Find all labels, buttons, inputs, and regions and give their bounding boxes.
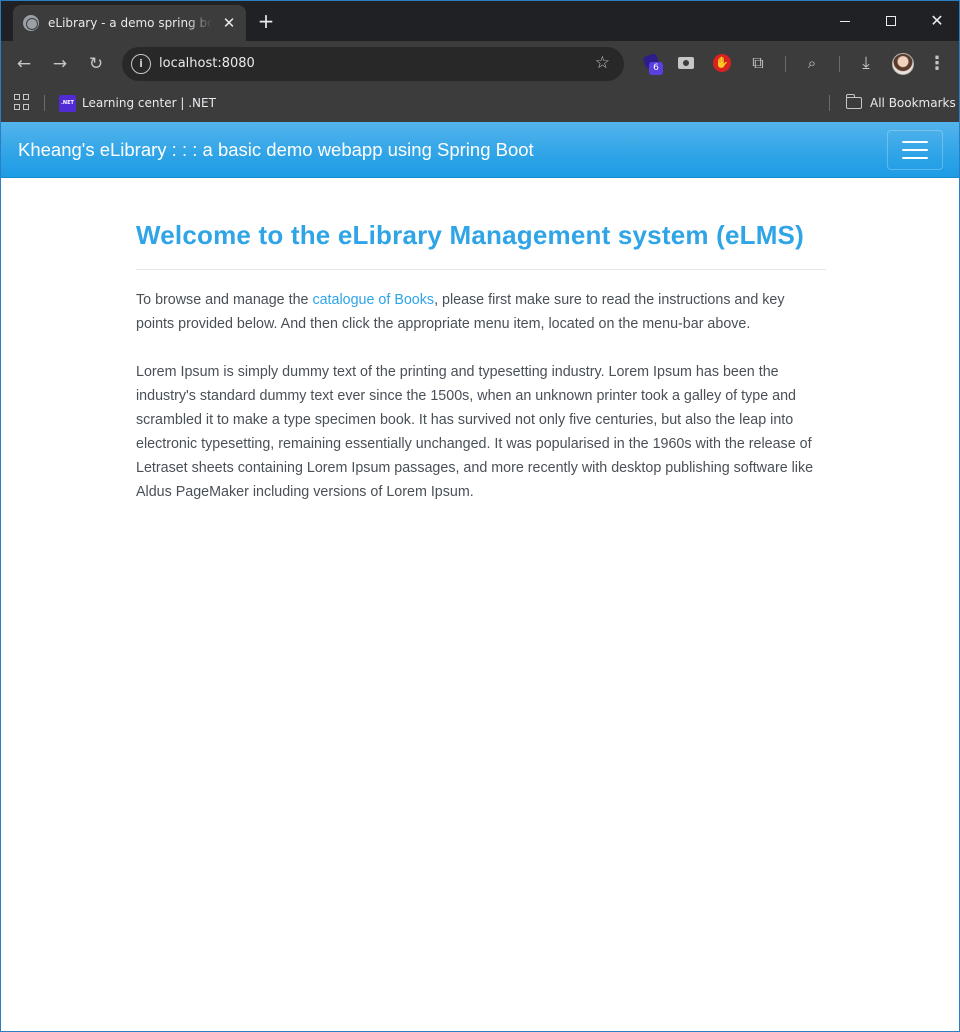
tab-search-icon[interactable]: ⌕ <box>802 53 822 73</box>
bookmarks-divider <box>829 95 830 111</box>
minimize-icon <box>840 20 850 22</box>
close-window-button[interactable]: ✕ <box>914 1 959 41</box>
address-bar[interactable]: i localhost:8080 ☆ <box>122 47 624 81</box>
browser-tab[interactable]: eLibrary - a demo spring boot webapp ✕ <box>13 5 246 41</box>
profile-avatar[interactable] <box>892 53 914 75</box>
bookmarks-bar: .NET Learning center | .NET All Bookmark… <box>1 87 959 122</box>
stop-extension-icon[interactable]: ✋ <box>712 53 732 73</box>
hamburger-icon <box>902 141 928 143</box>
browser-toolbar: ← → ↻ i localhost:8080 ☆ 6 ✋ ⧉ ⌕ ⤓ ⋮ <box>1 41 959 87</box>
camera-extension-icon[interactable] <box>677 53 697 73</box>
maximize-button[interactable] <box>868 1 914 41</box>
minimize-button[interactable] <box>822 1 868 41</box>
toolbar-divider <box>839 56 840 72</box>
extension-badge-count: 6 <box>649 62 663 75</box>
browser-menu-icon[interactable]: ⋮ <box>927 52 947 76</box>
forward-button[interactable]: → <box>48 52 72 76</box>
folder-icon <box>845 94 862 109</box>
maximize-icon <box>886 16 896 26</box>
download-icon[interactable]: ⤓ <box>856 53 876 73</box>
intro-paragraph: To browse and manage the catalogue of Bo… <box>136 292 785 332</box>
toolbar-divider <box>785 56 786 72</box>
tab-title: eLibrary - a demo spring boot webapp <box>48 16 212 30</box>
bookmark-label: Learning center | .NET <box>82 96 216 110</box>
all-bookmarks-label: All Bookmarks <box>870 96 956 110</box>
url-text[interactable]: localhost:8080 <box>159 56 255 71</box>
main-content: Welcome to the eLibrary Management syste… <box>136 178 826 504</box>
title-divider <box>136 269 826 270</box>
reload-button[interactable]: ↻ <box>84 52 108 76</box>
new-tab-button[interactable]: + <box>255 10 277 32</box>
bookmark-star-icon[interactable]: ☆ <box>595 53 610 73</box>
lorem-paragraph: Lorem Ipsum is simply dummy text of the … <box>136 364 814 500</box>
tab-strip: eLibrary - a demo spring boot webapp ✕ +… <box>1 1 959 41</box>
bookmarks-divider <box>44 95 45 111</box>
navbar-brand[interactable]: Kheang's eLibrary : : : a basic demo web… <box>18 139 534 161</box>
all-bookmarks-button[interactable]: All Bookmarks <box>845 93 956 113</box>
site-navbar: Kheang's eLibrary : : : a basic demo web… <box>1 122 959 178</box>
extension-badge-icon[interactable]: 6 <box>642 52 663 75</box>
back-button[interactable]: ← <box>12 52 36 76</box>
globe-icon <box>23 15 39 31</box>
page-title: Welcome to the eLibrary Management syste… <box>136 220 804 250</box>
bookmark-learning-center[interactable]: .NET Learning center | .NET <box>59 93 216 113</box>
close-tab-icon[interactable]: ✕ <box>220 14 238 32</box>
extensions-puzzle-icon[interactable]: ⧉ <box>748 53 768 73</box>
apps-grid-icon[interactable] <box>14 94 30 110</box>
hamburger-menu-button[interactable] <box>887 130 943 170</box>
browser-window: eLibrary - a demo spring boot webapp ✕ +… <box>0 0 960 1032</box>
close-icon: ✕ <box>930 11 944 30</box>
catalogue-link[interactable]: catalogue of Books <box>312 292 434 308</box>
dotnet-icon: .NET <box>59 94 76 112</box>
site-info-icon[interactable]: i <box>131 54 151 74</box>
